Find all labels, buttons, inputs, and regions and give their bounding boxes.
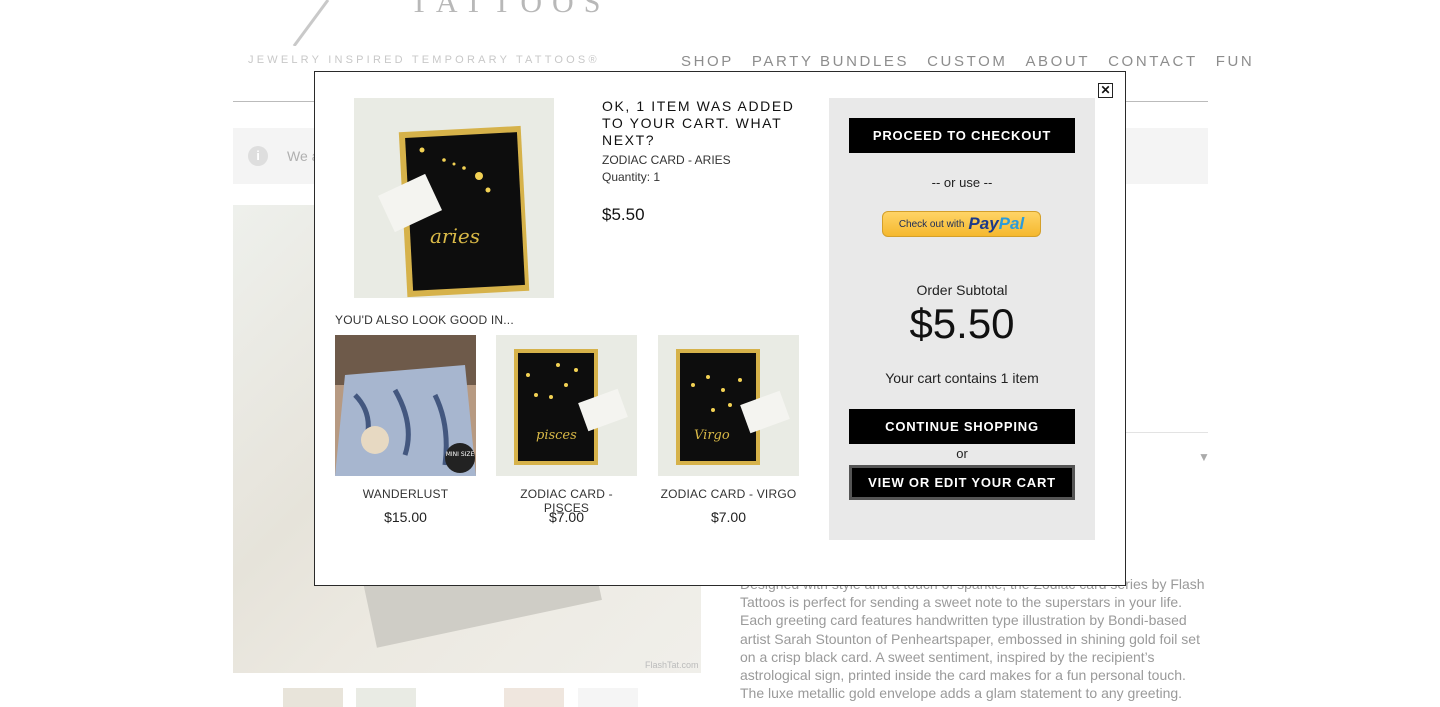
thumbnail-1[interactable] — [283, 688, 343, 707]
tagline: JEWELRY INSPIRED TEMPORARY TATTOOS® — [248, 54, 600, 66]
thumbnail-3[interactable] — [504, 688, 564, 707]
hero-caption: FlashTat.com — [645, 660, 699, 670]
recommendation-price: $7.00 — [548, 509, 585, 525]
main-nav: SHOP PARTY BUNDLES CUSTOM ABOUT CONTACT … — [681, 53, 1254, 70]
continue-shopping-button[interactable]: CONTINUE SHOPPING — [849, 409, 1075, 444]
added-title: OK, 1 ITEM WAS ADDED TO YOUR CART. WHAT … — [602, 98, 795, 148]
recommendation-image-pisces[interactable]: pisces — [496, 335, 637, 476]
nav-contact[interactable]: CONTACT — [1108, 53, 1198, 70]
nav-about[interactable]: ABOUT — [1025, 53, 1090, 70]
proceed-to-checkout-button[interactable]: PROCEED TO CHECKOUT — [849, 118, 1075, 153]
virgo-script: Virgo — [694, 428, 730, 443]
mini-size-badge: MINI SIZE — [446, 451, 475, 458]
paypal-checkout-button[interactable]: Check out with PayPal — [882, 211, 1041, 237]
page: TATTOOS JEWELRY INSPIRED TEMPORARY TATTO… — [0, 0, 1440, 707]
nav-party-bundles[interactable]: PARTY BUNDLES — [752, 53, 909, 70]
nav-custom[interactable]: CUSTOM — [927, 53, 1007, 70]
recommendation-price: $7.00 — [710, 509, 747, 525]
thumbnail-4[interactable] — [578, 688, 638, 707]
added-product-price: $5.50 — [602, 205, 645, 224]
product-description: Designed with style and a touch of spark… — [740, 576, 1205, 702]
paypal-logo-icon: PayPal — [968, 214, 1024, 234]
added-product-name: ZODIAC CARD - ARIES — [602, 153, 731, 167]
added-product-quantity: Quantity: 1 — [602, 170, 661, 184]
recommendation-name[interactable]: WANDERLUST — [335, 487, 476, 501]
view-edit-cart-button[interactable]: VIEW OR EDIT YOUR CART — [849, 465, 1075, 500]
subtotal-label: Order Subtotal — [916, 282, 1008, 298]
cart-count: Your cart contains 1 item — [885, 370, 1039, 386]
or-text: or — [956, 446, 968, 461]
recommendation-name[interactable]: ZODIAC CARD - VIRGO — [658, 487, 799, 501]
paypal-pal: Pal — [998, 214, 1025, 233]
paypal-small-label: Check out with — [898, 218, 965, 230]
recommendation-price: $15.00 — [384, 509, 427, 525]
recommendation-image-wanderlust[interactable]: MINI SIZE — [335, 335, 476, 476]
subtotal-value: $5.50 — [909, 300, 1015, 347]
nav-fun[interactable]: FUN — [1216, 53, 1255, 70]
recommendations-title: YOU'D ALSO LOOK GOOD IN... — [335, 313, 514, 327]
added-product-image: aries — [354, 98, 554, 298]
recommendation-item[interactable]: pisces ZODIAC CARD - PISCES $7.00 — [496, 335, 637, 525]
close-icon[interactable]: ✕ — [1098, 83, 1113, 98]
dropdown-arrow-icon[interactable]: ▼ — [1198, 450, 1210, 464]
recommendation-item[interactable]: MINI SIZE WANDERLUST $15.00 — [335, 335, 476, 525]
thumbnail-2[interactable] — [356, 688, 416, 707]
info-icon: i — [248, 146, 268, 166]
nav-shop[interactable]: SHOP — [681, 53, 734, 70]
paypal-pay: Pay — [968, 214, 999, 233]
recommendation-item[interactable]: Virgo ZODIAC CARD - VIRGO $7.00 — [658, 335, 799, 525]
pisces-script: pisces — [536, 428, 577, 443]
logo-mark-icon — [292, 0, 330, 46]
product-script: aries — [430, 224, 480, 248]
logo-wordmark[interactable]: TATTOOS — [410, 0, 610, 20]
recommendation-image-virgo[interactable]: Virgo — [658, 335, 799, 476]
or-use-text: -- or use -- — [931, 175, 993, 190]
